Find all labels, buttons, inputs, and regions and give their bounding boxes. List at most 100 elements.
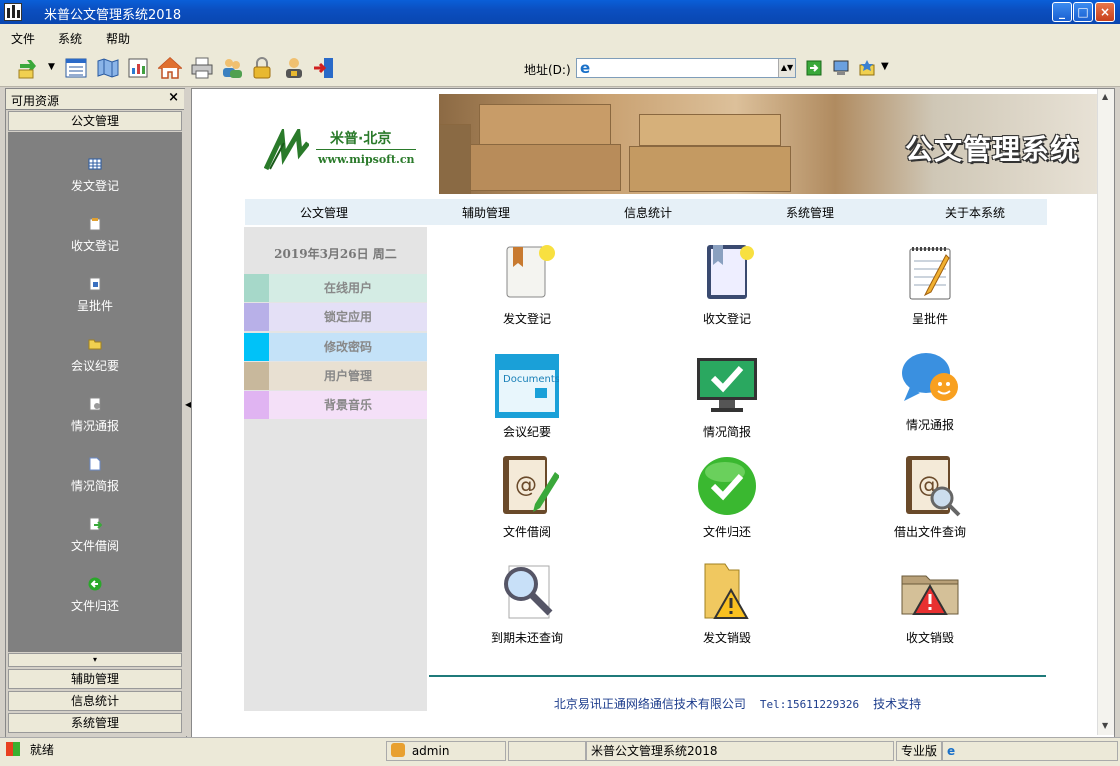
toolbar: ▼ 地址(D:) e ▲▼ ▼ bbox=[0, 50, 1120, 87]
color-marker bbox=[244, 333, 269, 361]
home-icon[interactable] bbox=[158, 56, 182, 80]
gear-document-icon bbox=[89, 397, 101, 411]
print-icon[interactable] bbox=[190, 56, 214, 80]
user-lock-icon[interactable] bbox=[282, 56, 306, 80]
grid-approval[interactable]: 呈批件 bbox=[860, 241, 1000, 327]
banner-title: 公文管理系统 bbox=[904, 133, 1079, 166]
box-warning-icon bbox=[901, 575, 959, 615]
side-link-online-users[interactable]: 在线用户 bbox=[244, 274, 427, 302]
list-icon[interactable] bbox=[64, 56, 88, 80]
menu-file[interactable]: 文件 bbox=[11, 30, 35, 47]
exit-icon[interactable] bbox=[312, 56, 336, 80]
nav-info-statistics[interactable]: 信息统计 bbox=[624, 204, 672, 221]
grid-file-return[interactable]: 文件归还 bbox=[657, 454, 797, 540]
logo-url: www.mipsoft.cn bbox=[318, 153, 415, 166]
scroll-down-button[interactable]: ▾ bbox=[8, 653, 182, 667]
scroll-up-icon[interactable]: ▲ bbox=[1102, 92, 1108, 101]
status-edition: 专业版 bbox=[896, 741, 942, 761]
folder-icon bbox=[88, 339, 102, 350]
sidebar-item-file-borrow[interactable]: 文件借阅 bbox=[8, 517, 182, 554]
grid-file-borrow[interactable]: @ 文件借阅 bbox=[457, 454, 597, 540]
company-logo: 米普·北京 www.mipsoft.cn bbox=[264, 125, 424, 175]
left-panel-header: 可用资源 × bbox=[6, 89, 184, 110]
grid-situation-brief[interactable]: 情况简报 bbox=[657, 354, 797, 440]
report-icon[interactable] bbox=[126, 56, 150, 80]
side-link-user-management[interactable]: 用户管理 bbox=[244, 362, 427, 390]
color-marker bbox=[244, 391, 269, 419]
notepad-pencil-icon bbox=[909, 247, 951, 300]
clipboard-icon bbox=[89, 218, 101, 231]
address-book-search-icon: @ bbox=[906, 456, 961, 517]
footer-divider bbox=[429, 675, 1046, 677]
chat-bubble-icon bbox=[902, 353, 958, 401]
status-user: admin bbox=[386, 741, 506, 761]
ie-icon: e bbox=[580, 59, 591, 77]
sidebar-item-approval[interactable]: 呈批件 bbox=[8, 277, 182, 314]
sidebar-item-file-return[interactable]: 文件归还 bbox=[8, 577, 182, 614]
minimize-button[interactable]: _ bbox=[1052, 2, 1072, 22]
side-link-background-music[interactable]: 背景音乐 bbox=[244, 391, 427, 419]
banner-image: 公文管理系统 bbox=[439, 94, 1099, 194]
address-dropdown-icon[interactable]: ▲▼ bbox=[778, 59, 795, 77]
map-icon[interactable] bbox=[96, 56, 120, 80]
side-link-change-password[interactable]: 修改密码 bbox=[244, 333, 427, 361]
sidebar-item-situation-brief[interactable]: 情况简报 bbox=[8, 457, 182, 494]
computer-icon[interactable] bbox=[832, 59, 850, 77]
maximize-button[interactable]: □ bbox=[1073, 2, 1093, 22]
folder-warning-icon bbox=[704, 563, 749, 619]
status-empty bbox=[508, 741, 586, 761]
scroll-down-icon[interactable]: ▼ bbox=[1102, 721, 1108, 730]
grid-situation-notice[interactable]: 情况通报 bbox=[860, 347, 1000, 433]
address-book-pen-icon: @ bbox=[503, 456, 560, 514]
back-arrow-icon bbox=[88, 577, 102, 591]
logo-name: 米普·北京 bbox=[330, 131, 392, 147]
documents-text: Documents bbox=[503, 374, 559, 385]
grid-receive-register[interactable]: 收文登记 bbox=[657, 241, 797, 327]
grid-meeting-minutes[interactable]: Documents 会议纪要 bbox=[457, 354, 597, 440]
tab-system-management[interactable]: 系统管理 bbox=[8, 713, 182, 733]
refresh-icon[interactable] bbox=[16, 56, 40, 80]
dropdown-arrow-icon[interactable]: ▼ bbox=[48, 62, 55, 72]
nav-system-management[interactable]: 系统管理 bbox=[786, 204, 834, 221]
footer-support: 技术支持 bbox=[873, 697, 922, 711]
users-icon[interactable] bbox=[220, 56, 244, 80]
document-icon bbox=[89, 277, 101, 291]
sidebar-item-receive-register[interactable]: 收文登记 bbox=[8, 217, 182, 254]
sidebar-item-meeting-minutes[interactable]: 会议纪要 bbox=[8, 337, 182, 374]
menu-system[interactable]: 系统 bbox=[58, 30, 82, 47]
title-bar: 米普公文管理系统2018 _ □ × bbox=[0, 0, 1120, 24]
nav-about[interactable]: 关于本系统 bbox=[945, 204, 1005, 221]
monitor-check-icon bbox=[697, 358, 757, 412]
vertical-scrollbar[interactable]: ▲ ▼ bbox=[1097, 89, 1114, 735]
grid-dispatch-destroy[interactable]: 发文销毁 bbox=[657, 560, 797, 646]
panel-close-icon[interactable]: × bbox=[168, 90, 179, 105]
favorites-icon[interactable] bbox=[858, 59, 876, 77]
grid-borrowed-files-query[interactable]: @ 借出文件查询 bbox=[860, 454, 1000, 540]
go-icon[interactable] bbox=[806, 60, 822, 76]
app-icon bbox=[4, 3, 22, 21]
address-input[interactable]: e ▲▼ bbox=[576, 58, 796, 78]
lock-icon[interactable] bbox=[250, 56, 274, 80]
sidebar-item-dispatch-register[interactable]: 发文登记 bbox=[8, 157, 182, 194]
page-icon bbox=[89, 457, 101, 471]
favorites-dropdown-icon[interactable]: ▼ bbox=[881, 61, 889, 72]
tab-info-statistics[interactable]: 信息统计 bbox=[8, 691, 182, 711]
grid-icon bbox=[88, 158, 102, 170]
address-label: 地址(D:) bbox=[524, 63, 571, 77]
grid-overdue-query[interactable]: 到期未还查询 bbox=[457, 560, 597, 646]
close-button[interactable]: × bbox=[1095, 2, 1115, 22]
color-marker bbox=[244, 274, 269, 302]
user-icon bbox=[391, 743, 405, 757]
status-app-name: 米普公文管理系统2018 bbox=[586, 741, 894, 761]
nav-document-management[interactable]: 公文管理 bbox=[300, 204, 348, 221]
menu-help[interactable]: 帮助 bbox=[106, 30, 130, 47]
grid-dispatch-register[interactable]: 发文登记 bbox=[457, 241, 597, 327]
nav-auxiliary-management[interactable]: 辅助管理 bbox=[462, 204, 510, 221]
sidebar-item-situation-notice[interactable]: 情况通报 bbox=[8, 397, 182, 434]
status-ie: e bbox=[942, 741, 1118, 761]
side-link-lock-app[interactable]: 锁定应用 bbox=[244, 303, 427, 331]
tab-document-management[interactable]: 公文管理 bbox=[8, 111, 182, 131]
left-panel-items: 发文登记 收文登记 呈批件 会议纪要 情况通报 情况简报 文件借阅 文件归还 bbox=[8, 132, 182, 652]
grid-receive-destroy[interactable]: 收文销毁 bbox=[860, 560, 1000, 646]
tab-auxiliary-management[interactable]: 辅助管理 bbox=[8, 669, 182, 689]
